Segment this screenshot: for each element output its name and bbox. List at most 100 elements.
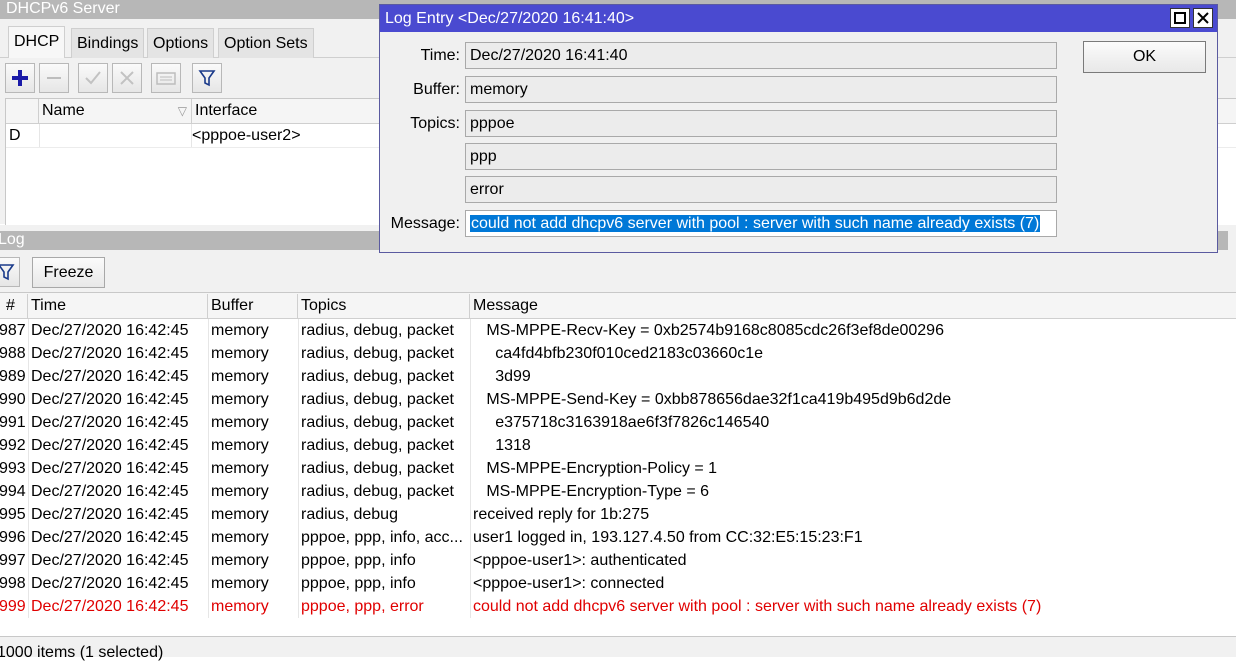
add-button[interactable] (5, 63, 35, 93)
cell-buffer: memory (211, 368, 269, 385)
cell-time: Dec/27/2020 16:42:45 (31, 437, 189, 454)
cell-topics: radius, debug, packet (301, 391, 454, 408)
cell-topics: pppoe, ppp, info, acc... (301, 529, 463, 546)
cell-topics: radius, debug, packet (301, 483, 454, 500)
plus-icon (12, 70, 28, 86)
comment-button[interactable] (151, 63, 181, 93)
cell-topics: pppoe, ppp, info (301, 552, 416, 569)
col-flag[interactable] (6, 99, 39, 123)
minus-icon (47, 77, 61, 79)
comment-icon (156, 72, 176, 85)
cell-time: Dec/27/2020 16:42:45 (31, 391, 189, 408)
col-name-label: Name (42, 102, 85, 119)
tab-options[interactable]: Options (147, 28, 215, 58)
table-row[interactable]: 993 Dec/27/2020 16:42:45 memory radius, deb… (0, 457, 1236, 480)
table-row[interactable]: 996 Dec/27/2020 16:42:45 memory pppoe, ppp,… (0, 526, 1236, 549)
log-table: # Time Buffer Topics Message 987 Dec/27/2… (0, 292, 1236, 637)
cell-message: MS-MPPE-Send-Key = 0xbb878656dae32f1ca41… (473, 391, 952, 408)
topics-field-1[interactable]: pppoe (465, 110, 1057, 137)
check-icon (85, 71, 101, 85)
cell-topics: radius, debug (301, 506, 398, 523)
filter-icon (0, 264, 15, 281)
col-name[interactable]: Name ▽ (39, 99, 192, 123)
table-row[interactable]: 992 Dec/27/2020 16:42:45 memory radius, deb… (0, 434, 1236, 457)
topics-field-3[interactable]: error (465, 176, 1057, 203)
tab-bindings[interactable]: Bindings (71, 28, 145, 58)
table-row[interactable]: 991 Dec/27/2020 16:42:45 memory radius, deb… (0, 411, 1236, 434)
close-button[interactable] (1193, 8, 1213, 28)
cell-buffer: memory (211, 345, 269, 362)
cell-buffer: memory (211, 322, 269, 339)
row-flag: D (9, 127, 21, 144)
col-buffer[interactable]: Buffer (208, 294, 298, 318)
cell-message: could not add dhcpv6 server with pool : … (473, 598, 1042, 615)
disable-button[interactable] (112, 63, 142, 93)
cell-topics: radius, debug, packet (301, 345, 454, 362)
cell-message: 1318 (473, 437, 531, 454)
cell-topics: pppoe, ppp, error (301, 598, 424, 615)
message-field[interactable]: could not add dhcpv6 server with pool : … (465, 210, 1057, 237)
cell-time: Dec/27/2020 16:42:45 (31, 575, 189, 592)
cell-time: Dec/27/2020 16:42:45 (31, 529, 189, 546)
ok-button[interactable]: OK (1083, 41, 1206, 73)
cell-num: 989 (0, 368, 26, 385)
freeze-button[interactable]: Freeze (32, 257, 105, 288)
cell-message: ca4fd4bfb230f010ced2183c03660c1e (473, 345, 764, 362)
col-message[interactable]: Message (470, 294, 1236, 318)
table-row[interactable]: 994 Dec/27/2020 16:42:45 memory radius, deb… (0, 480, 1236, 503)
table-row[interactable]: 998 Dec/27/2020 16:42:45 memory pppoe, ppp,… (0, 572, 1236, 595)
cell-num: 999 (0, 598, 26, 615)
cell-topics: radius, debug, packet (301, 322, 454, 339)
cell-message: MS-MPPE-Encryption-Type = 6 (473, 483, 710, 500)
cell-buffer: memory (211, 437, 269, 454)
time-field[interactable]: Dec/27/2020 16:41:40 (465, 42, 1057, 69)
topics-label: Topics: (410, 115, 460, 132)
cell-num: 988 (0, 345, 26, 362)
col-topics[interactable]: Topics (298, 294, 470, 318)
table-row[interactable]: 989 Dec/27/2020 16:42:45 memory radius, deb… (0, 365, 1236, 388)
table-row[interactable]: 995 Dec/27/2020 16:42:45 memory radius, deb… (0, 503, 1236, 526)
tab-option-sets[interactable]: Option Sets (218, 28, 314, 58)
cell-num: 994 (0, 483, 26, 500)
table-row[interactable]: 987 Dec/27/2020 16:42:45 memory radius, deb… (0, 319, 1236, 342)
dialog-titlebar: Log Entry <Dec/27/2020 16:41:40> (380, 5, 1217, 32)
cell-time: Dec/27/2020 16:42:45 (31, 460, 189, 477)
filter-icon (198, 70, 216, 87)
row-interface: <pppoe-user2> (192, 127, 301, 144)
filter-button[interactable] (192, 63, 222, 93)
cell-num: 990 (0, 391, 26, 408)
col-time[interactable]: Time (28, 294, 208, 318)
cell-time: Dec/27/2020 16:42:45 (31, 506, 189, 523)
buffer-field[interactable]: memory (465, 76, 1057, 103)
remove-button[interactable] (39, 63, 69, 93)
maximize-button[interactable] (1170, 8, 1190, 28)
cell-buffer: memory (211, 552, 269, 569)
cell-time: Dec/27/2020 16:42:45 (31, 414, 189, 431)
table-row[interactable]: 997 Dec/27/2020 16:42:45 memory pppoe, ppp,… (0, 549, 1236, 572)
enable-button[interactable] (78, 63, 108, 93)
col-num[interactable]: # (0, 294, 28, 318)
log-window: Log Freeze # Time Buffer Topics Message … (0, 225, 1236, 661)
cell-message: MS-MPPE-Recv-Key = 0xb2574b9168c8085cdc2… (473, 322, 944, 339)
time-label: Time: (420, 47, 460, 64)
cell-num: 993 (0, 460, 26, 477)
cell-topics: radius, debug, packet (301, 368, 454, 385)
cell-num: 995 (0, 506, 26, 523)
tab-dhcp[interactable]: DHCP (8, 26, 66, 58)
cell-topics: pppoe, ppp, info (301, 575, 416, 592)
cell-time: Dec/27/2020 16:42:45 (31, 322, 189, 339)
cell-buffer: memory (211, 598, 269, 615)
topics-field-2[interactable]: ppp (465, 143, 1057, 170)
log-filter-button[interactable] (0, 257, 20, 287)
cell-num: 992 (0, 437, 26, 454)
table-row[interactable]: 999 Dec/27/2020 16:42:45 memory pppoe, ppp,… (0, 595, 1236, 618)
cell-buffer: memory (211, 391, 269, 408)
maximize-icon (1174, 12, 1186, 24)
table-row[interactable]: 990 Dec/27/2020 16:42:45 memory radius, deb… (0, 388, 1236, 411)
cell-message: <pppoe-user1>: authenticated (473, 552, 687, 569)
cell-time: Dec/27/2020 16:42:45 (31, 345, 189, 362)
table-row[interactable]: 988 Dec/27/2020 16:42:45 memory radius, deb… (0, 342, 1236, 365)
cell-num: 998 (0, 575, 26, 592)
cell-message: 3d99 (473, 368, 531, 385)
cell-num: 996 (0, 529, 26, 546)
